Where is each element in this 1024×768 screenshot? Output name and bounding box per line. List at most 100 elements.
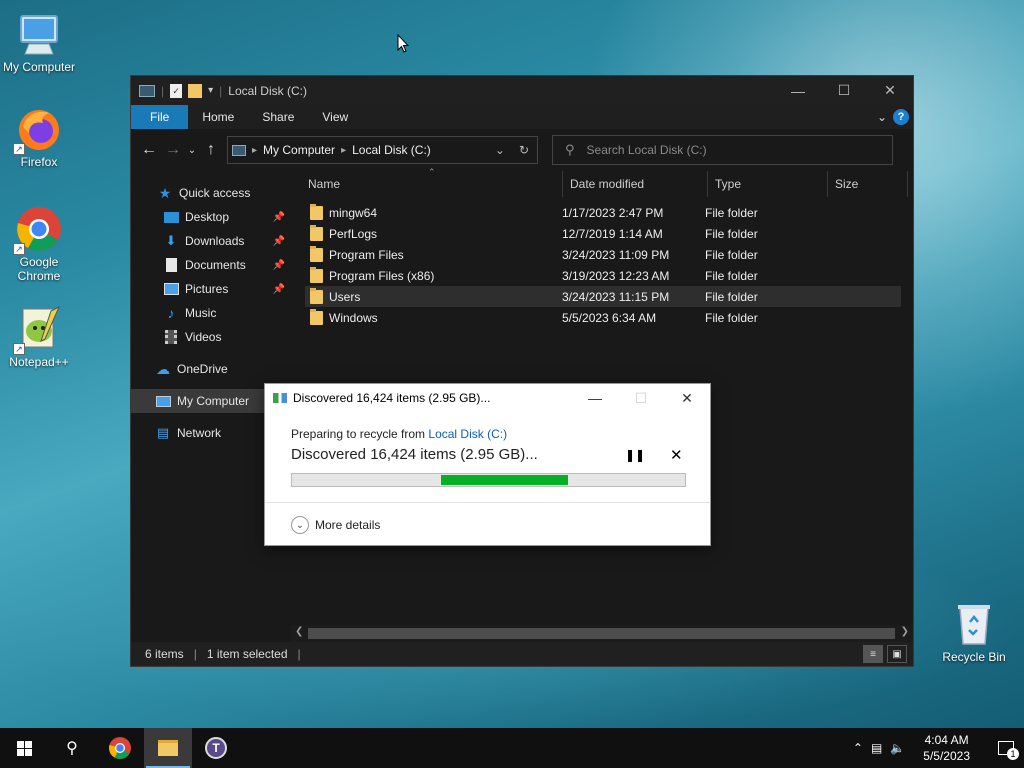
nav-videos[interactable]: Videos <box>131 325 289 349</box>
expand-ribbon-chevron-icon[interactable]: ⌄ <box>877 110 887 124</box>
scroll-left-arrow-icon[interactable]: ❮ <box>295 626 303 637</box>
address-dropdown-chevron-icon[interactable]: ⌄ <box>495 143 505 157</box>
tab-view[interactable]: View <box>308 105 362 129</box>
nav-desktop[interactable]: Desktop 📌 <box>131 205 289 229</box>
status-bar: 6 items | 1 item selected | ≡ ▣ <box>131 642 913 666</box>
nav-music[interactable]: ♪ Music <box>131 301 289 325</box>
app-logo-icon: T <box>205 737 227 759</box>
clock[interactable]: 4:04 AM 5/5/2023 <box>913 732 980 764</box>
network-icon[interactable]: ▤ <box>871 741 882 755</box>
nav-documents[interactable]: Documents 📌 <box>131 253 289 277</box>
table-row[interactable]: mingw64 1/17/2023 2:47 PM File folder <box>291 202 913 223</box>
scrollbar-thumb[interactable] <box>308 628 895 639</box>
column-header-size[interactable]: Size <box>828 171 908 197</box>
nav-onedrive[interactable]: ☁ OneDrive <box>131 357 289 381</box>
large-icons-view-icon[interactable]: ▣ <box>887 645 907 663</box>
source-location-link[interactable]: Local Disk (C:) <box>428 427 507 441</box>
tab-home[interactable]: Home <box>188 105 248 129</box>
table-row[interactable]: Program Files (x86) 3/19/2023 12:23 AM F… <box>291 265 913 286</box>
horizontal-scrollbar[interactable]: ❮ ❯ <box>291 625 913 642</box>
search-box[interactable]: ⚲ <box>552 135 893 165</box>
column-header-type[interactable]: Type <box>708 171 828 197</box>
folder-icon <box>310 245 323 262</box>
drive-icon <box>139 84 155 97</box>
pin-icon[interactable]: 📌 <box>273 236 285 247</box>
selection-count: 1 item selected <box>206 647 288 661</box>
search-button[interactable]: ⚲ <box>48 728 96 768</box>
column-header-date-modified[interactable]: Date modified <box>563 171 708 197</box>
close-button[interactable]: ✕ <box>867 76 913 105</box>
nav-quick-access[interactable]: ★ Quick access <box>131 181 289 205</box>
taskbar-chrome[interactable] <box>96 728 144 768</box>
cancel-icon[interactable]: ✕ <box>670 446 683 464</box>
shortcut-arrow-icon: ↗ <box>13 243 25 255</box>
star-icon: ★ <box>158 184 172 201</box>
date-modified: 3/24/2023 11:09 PM <box>562 247 670 262</box>
column-header-name[interactable]: Name <box>291 171 563 197</box>
chevron-up-icon[interactable]: ⌃ <box>853 741 863 755</box>
back-arrow-icon[interactable]: ← <box>137 136 161 164</box>
pause-button[interactable]: ❚❚ <box>625 448 645 462</box>
table-row[interactable]: Windows 5/5/2023 6:34 AM File folder <box>291 307 913 328</box>
help-icon[interactable]: ? <box>893 109 909 125</box>
up-arrow-icon[interactable]: ↑ <box>199 136 223 164</box>
desktop-icon-recycle-bin[interactable]: Recycle Bin <box>936 600 1012 664</box>
search-input[interactable] <box>586 143 867 157</box>
more-details-toggle[interactable]: ⌄ More details <box>265 502 710 547</box>
preparing-text: Preparing to recycle from Local Disk (C:… <box>291 427 507 441</box>
desktop-icon-my-computer[interactable]: My Computer <box>1 10 77 74</box>
taskbar-app[interactable]: T <box>192 728 240 768</box>
pin-icon[interactable]: 📌 <box>273 260 285 271</box>
dialog-minimize-button[interactable]: — <box>572 384 618 412</box>
breadcrumb-my-computer[interactable]: My Computer <box>263 143 335 157</box>
dialog-close-button[interactable]: ✕ <box>664 384 710 412</box>
table-row-selected[interactable]: Users 3/24/2023 11:15 PM File folder <box>305 286 901 307</box>
breadcrumb-separator-icon[interactable]: ▸ <box>252 145 257 156</box>
breadcrumb-local-disk[interactable]: Local Disk (C:) <box>352 143 431 157</box>
dialog-titlebar[interactable]: Discovered 16,424 items (2.95 GB)... — ☐… <box>265 384 710 412</box>
customize-quick-access-icon[interactable]: ▾ <box>208 85 213 96</box>
explorer-titlebar[interactable]: | ✓ ▾ | Local Disk (C:) — ☐ ✕ <box>131 76 913 105</box>
breadcrumb-separator-icon[interactable]: ▸ <box>341 145 346 156</box>
volume-icon[interactable]: 🔈 <box>890 741 905 755</box>
start-button[interactable] <box>0 728 48 768</box>
desktop-icon-firefox[interactable]: ↗ Firefox <box>1 105 77 169</box>
details-view-icon[interactable]: ≡ <box>863 645 883 663</box>
table-row[interactable]: Program Files 3/24/2023 11:09 PM File fo… <box>291 244 913 265</box>
minimize-button[interactable]: — <box>775 76 821 105</box>
separator: | <box>297 647 301 661</box>
folder-icon <box>310 224 323 241</box>
desktop-icon-notepad-plus-plus[interactable]: ↗ Notepad++ <box>1 305 77 369</box>
taskbar-file-explorer[interactable] <box>144 728 192 768</box>
chevron-down-icon[interactable]: ⌄ <box>291 516 309 534</box>
forward-arrow-icon[interactable]: → <box>161 136 185 164</box>
nav-pictures[interactable]: Pictures 📌 <box>131 277 289 301</box>
table-row[interactable]: PerfLogs 12/7/2019 1:14 AM File folder <box>291 223 913 244</box>
shortcut-arrow-icon: ↗ <box>13 143 25 155</box>
refresh-icon[interactable]: ↻ <box>519 143 529 157</box>
file-name: Program Files (x86) <box>329 268 435 283</box>
new-folder-quick-icon[interactable] <box>188 83 203 98</box>
tab-file[interactable]: File <box>131 105 189 129</box>
maximize-button[interactable]: ☐ <box>821 76 867 105</box>
window-title: Local Disk (C:) <box>228 83 307 98</box>
properties-quick-icon[interactable]: ✓ <box>170 83 183 98</box>
pin-icon[interactable]: 📌 <box>273 284 285 295</box>
date-modified: 3/24/2023 11:15 PM <box>562 289 670 304</box>
notification-center-button[interactable]: 1 <box>988 728 1024 768</box>
tab-share[interactable]: Share <box>248 105 308 129</box>
pin-icon[interactable]: 📌 <box>273 212 285 223</box>
file-name: Windows <box>329 310 378 325</box>
music-note-icon: ♪ <box>167 305 175 321</box>
document-icon <box>163 258 179 272</box>
recycle-progress-dialog[interactable]: Discovered 16,424 items (2.95 GB)... — ☐… <box>264 383 711 546</box>
recent-locations-chevron-icon[interactable]: ⌄ <box>185 136 199 164</box>
file-name: Program Files <box>329 247 404 262</box>
address-bar[interactable]: ▸ My Computer ▸ Local Disk (C:) ⌄ ↻ <box>227 136 538 164</box>
firefox-icon: ↗ <box>13 105 63 155</box>
desktop-icon-google-chrome[interactable]: ↗ Google Chrome <box>1 205 77 283</box>
nav-downloads[interactable]: ⬇ Downloads 📌 <box>131 229 289 253</box>
scroll-right-arrow-icon[interactable]: ❯ <box>901 626 909 637</box>
explorer-window[interactable]: | ✓ ▾ | Local Disk (C:) — ☐ ✕ File Home … <box>130 75 914 667</box>
desktop-icon-label: Google Chrome <box>17 255 61 283</box>
